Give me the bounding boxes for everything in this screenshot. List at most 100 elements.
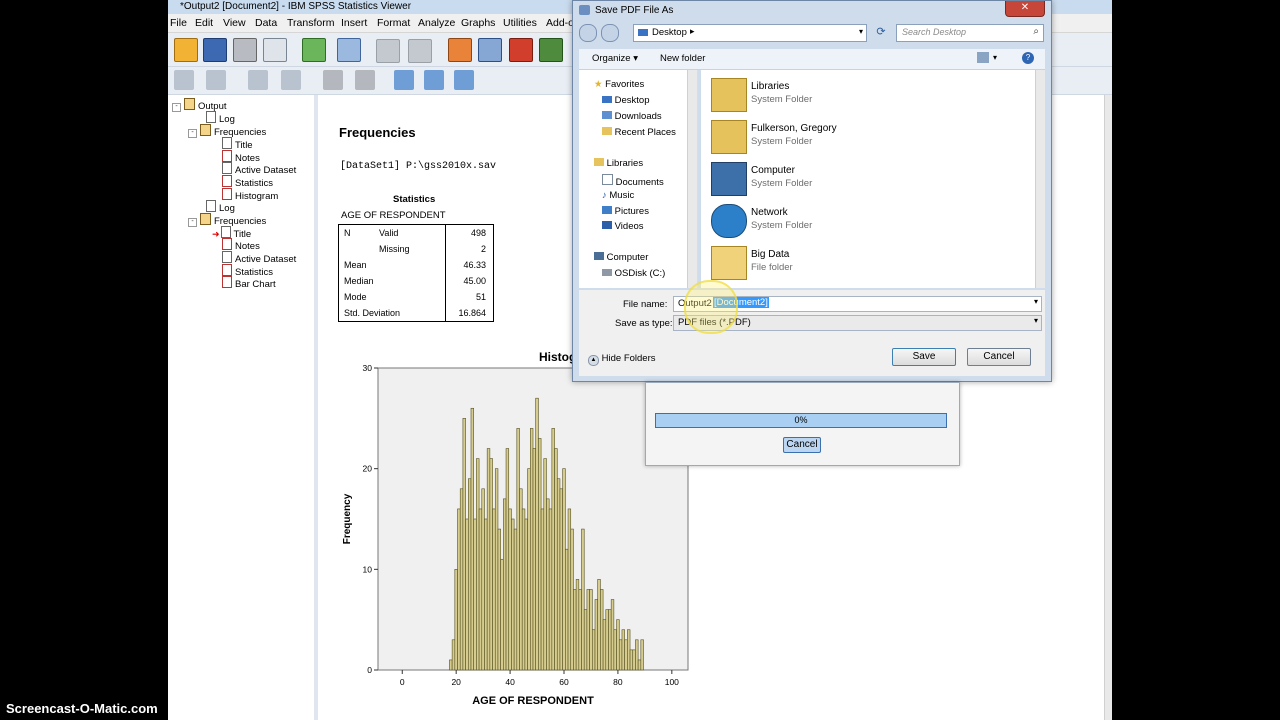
- file-item-network[interactable]: Network System Folder: [709, 200, 949, 240]
- expand-icon[interactable]: [248, 70, 268, 90]
- tree-active-dataset[interactable]: Active Dataset: [222, 162, 296, 176]
- save-icon[interactable]: [203, 38, 227, 62]
- file-item-big-data[interactable]: Big Data File folder: [709, 242, 949, 282]
- histogram-bar: [540, 508, 545, 671]
- back-button[interactable]: [579, 24, 597, 42]
- tree-log-2[interactable]: Log: [206, 200, 235, 214]
- files-scrollbar[interactable]: [1035, 70, 1045, 288]
- nav-favorites[interactable]: ★ Favorites: [594, 79, 644, 90]
- nav-desktop[interactable]: Desktop: [602, 95, 650, 106]
- menu-edit[interactable]: Edit: [195, 17, 213, 29]
- chevron-down-icon[interactable]: ▾: [859, 27, 863, 36]
- nav-downloads[interactable]: Downloads: [602, 111, 662, 122]
- search-input[interactable]: Search Desktop ⌕: [896, 24, 1044, 42]
- address-bar[interactable]: Desktop ▸ ▾: [633, 24, 867, 42]
- chevron-down-icon[interactable]: ▾: [993, 53, 997, 62]
- chevron-down-icon[interactable]: ▾: [1034, 297, 1038, 306]
- nav-pictures[interactable]: Pictures: [602, 206, 649, 217]
- file-item-computer[interactable]: Computer System Folder: [709, 158, 949, 198]
- organize-button[interactable]: Organize ▾: [592, 53, 638, 64]
- median-label: Median: [344, 276, 374, 286]
- file-type: File folder: [751, 262, 793, 273]
- close-button[interactable]: ✕: [1005, 1, 1045, 17]
- tree-label: Bar Chart: [235, 279, 276, 290]
- search-placeholder: Search Desktop: [902, 27, 967, 37]
- nav-music[interactable]: ♪ Music: [602, 190, 634, 201]
- hide-icon[interactable]: [355, 70, 375, 90]
- chevron-down-icon[interactable]: ▾: [1034, 316, 1038, 325]
- output-scrollbar[interactable]: [1104, 95, 1112, 720]
- dialog-recall-icon[interactable]: [337, 38, 361, 62]
- breadcrumb-arrow-icon[interactable]: ▸: [690, 26, 695, 37]
- tree-bar-chart[interactable]: Bar Chart: [222, 276, 276, 290]
- hide-folders-button[interactable]: ▲ Hide Folders: [588, 353, 656, 366]
- new-folder-button[interactable]: New folder: [660, 53, 705, 64]
- print-icon[interactable]: [233, 38, 257, 62]
- nav-recent-places[interactable]: Recent Places: [602, 127, 676, 138]
- menu-addons[interactable]: Add-o: [546, 17, 574, 29]
- forward-button[interactable]: [601, 24, 619, 42]
- variables-icon[interactable]: [539, 38, 563, 62]
- refresh-icon[interactable]: ⟳: [873, 24, 889, 40]
- nav-computer[interactable]: Computer: [594, 252, 648, 263]
- nav-documents[interactable]: Documents: [602, 174, 664, 188]
- nav-videos[interactable]: Videos: [602, 221, 644, 232]
- print-preview-icon[interactable]: [263, 38, 287, 62]
- histogram-bar: [538, 438, 542, 671]
- tree-notes-2[interactable]: Notes: [222, 238, 260, 252]
- tree-active-dataset-2[interactable]: Active Dataset: [222, 251, 296, 265]
- nav-libraries[interactable]: Libraries: [594, 158, 643, 169]
- menu-view[interactable]: View: [223, 17, 246, 29]
- cancel-button[interactable]: Cancel: [967, 348, 1031, 366]
- nav-label: Downloads: [614, 111, 662, 122]
- demote-icon[interactable]: [206, 70, 226, 90]
- nav-osdisk[interactable]: OSDisk (C:): [602, 268, 665, 279]
- statistics-table[interactable]: N Valid 498 Missing 2 Mean 46.33 Median …: [338, 224, 494, 322]
- histogram-bar: [610, 599, 615, 671]
- nav-scrollbar[interactable]: [687, 70, 697, 288]
- collapse-icon[interactable]: -: [188, 218, 197, 227]
- save-button[interactable]: Save: [892, 348, 956, 366]
- menu-file[interactable]: File: [170, 17, 187, 29]
- file-item-libraries[interactable]: Libraries System Folder: [709, 74, 949, 114]
- menu-format[interactable]: Format: [377, 17, 410, 29]
- insert-text-icon[interactable]: [454, 70, 474, 90]
- tree-statistics[interactable]: Statistics: [222, 175, 273, 189]
- collapse-icon[interactable]: [281, 70, 301, 90]
- view-options-icon[interactable]: [977, 52, 989, 63]
- x-tick-label: 60: [559, 677, 569, 687]
- tree-log[interactable]: Log: [206, 111, 235, 125]
- frequencies-icon: [200, 213, 211, 225]
- histogram-chart[interactable]: 0 20 40 60 80 100 0 10 20 30 AGE OF RESPONDENT Freq…: [340, 360, 692, 710]
- collapse-icon[interactable]: -: [188, 129, 197, 138]
- menu-utilities[interactable]: Utilities: [503, 17, 537, 29]
- menu-transform[interactable]: Transform: [287, 17, 334, 29]
- insert-title-icon[interactable]: [424, 70, 444, 90]
- show-icon[interactable]: [323, 70, 343, 90]
- menu-data[interactable]: Data: [255, 17, 277, 29]
- menu-graphs[interactable]: Graphs: [461, 17, 495, 29]
- export-icon[interactable]: [302, 38, 326, 62]
- file-item-user[interactable]: Fulkerson, Gregory System Folder: [709, 116, 949, 156]
- help-icon[interactable]: ?: [1022, 52, 1034, 64]
- tree-frequencies-2[interactable]: - Frequencies: [188, 213, 266, 227]
- insert-heading-icon[interactable]: [394, 70, 414, 90]
- redo-icon[interactable]: [408, 39, 432, 63]
- histogram-bar: [451, 639, 456, 671]
- progress-cancel-button[interactable]: Cancel: [783, 437, 821, 453]
- menu-insert[interactable]: Insert: [341, 17, 367, 29]
- goto-data-icon[interactable]: [448, 38, 472, 62]
- histogram-bar: [511, 518, 515, 671]
- goto-case-icon[interactable]: [478, 38, 502, 62]
- tree-title[interactable]: Title: [222, 137, 253, 151]
- promote-icon[interactable]: [174, 70, 194, 90]
- menu-analyze[interactable]: Analyze: [418, 17, 455, 29]
- mode-label: Mode: [344, 292, 367, 302]
- tree-frequencies[interactable]: - Frequencies: [188, 124, 266, 138]
- undo-icon[interactable]: [376, 39, 400, 63]
- collapse-icon[interactable]: -: [172, 103, 181, 112]
- mode-value: 51: [475, 292, 486, 302]
- open-icon[interactable]: [174, 38, 198, 62]
- insert-icon[interactable]: [509, 38, 533, 62]
- tree-output[interactable]: - Output: [172, 98, 227, 112]
